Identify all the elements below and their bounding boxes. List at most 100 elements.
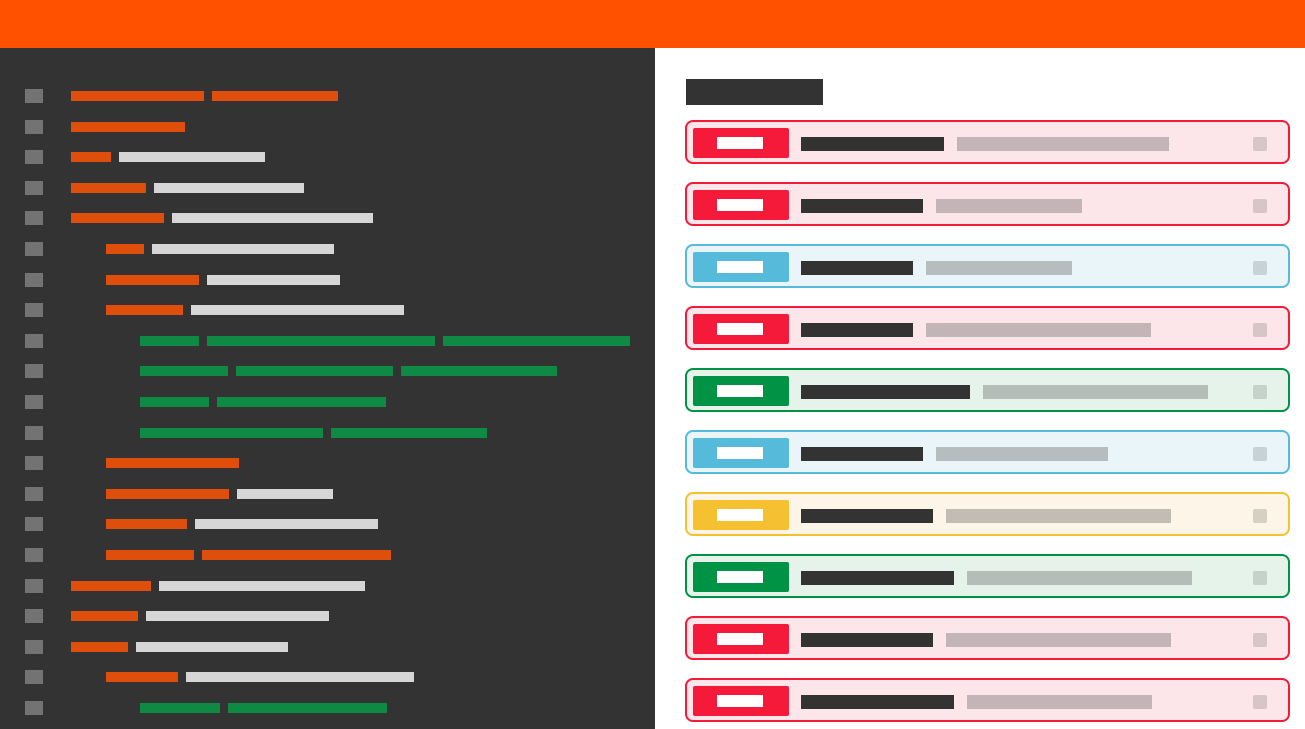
- severity-badge: [693, 500, 789, 530]
- code-line[interactable]: [0, 701, 655, 715]
- code-line[interactable]: [0, 548, 655, 562]
- gutter-marker[interactable]: [25, 578, 43, 593]
- issue-card-info[interactable]: [685, 430, 1290, 474]
- severity-badge-label: [717, 323, 763, 335]
- code-token-keyword: [105, 458, 239, 469]
- gutter-marker[interactable]: [25, 303, 43, 318]
- code-line[interactable]: [0, 303, 655, 318]
- code-line[interactable]: [0, 150, 655, 165]
- code-line[interactable]: [0, 211, 655, 226]
- issue-checkbox[interactable]: [1253, 323, 1267, 337]
- code-token-text: [159, 580, 365, 591]
- code-token-text: [172, 213, 373, 224]
- issue-checkbox[interactable]: [1253, 261, 1267, 275]
- issue-card-critical[interactable]: [685, 678, 1290, 722]
- issue-card-critical[interactable]: [685, 182, 1290, 226]
- code-token-text: [236, 488, 333, 499]
- code-token-text: [119, 152, 265, 163]
- code-line[interactable]: [0, 395, 655, 409]
- gutter-marker[interactable]: [25, 517, 43, 532]
- code-editor[interactable]: [0, 48, 655, 729]
- gutter-marker[interactable]: [25, 119, 43, 134]
- severity-badge-label: [717, 385, 763, 397]
- code-line[interactable]: [0, 364, 655, 379]
- issue-description: [946, 509, 1171, 523]
- issue-title: [801, 323, 913, 337]
- issue-description: [967, 571, 1192, 585]
- issue-checkbox[interactable]: [1253, 571, 1267, 585]
- code-line[interactable]: [0, 456, 655, 471]
- gutter-marker[interactable]: [25, 395, 43, 409]
- gutter-marker[interactable]: [25, 272, 43, 287]
- code-token-text: [154, 182, 304, 193]
- severity-badge-label: [717, 571, 763, 583]
- severity-badge: [693, 562, 789, 592]
- code-token-keyword: [71, 91, 204, 101]
- issue-title: [801, 385, 970, 399]
- issue-card-critical[interactable]: [685, 120, 1290, 164]
- code-token-keyword: [71, 182, 146, 193]
- code-token-string: [228, 703, 387, 713]
- gutter-marker[interactable]: [25, 456, 43, 471]
- severity-badge: [693, 438, 789, 468]
- code-line[interactable]: [0, 425, 655, 440]
- issue-card-info[interactable]: [685, 244, 1290, 288]
- code-line[interactable]: [0, 272, 655, 287]
- severity-badge: [693, 190, 789, 220]
- issue-card-success[interactable]: [685, 368, 1290, 412]
- severity-badge: [693, 624, 789, 654]
- gutter-marker[interactable]: [25, 242, 43, 256]
- issue-title: [801, 509, 933, 523]
- code-line[interactable]: [0, 486, 655, 501]
- code-token-keyword: [71, 121, 185, 132]
- code-token-string: [140, 427, 323, 438]
- issue-card-critical[interactable]: [685, 616, 1290, 660]
- code-line[interactable]: [0, 180, 655, 195]
- gutter-marker[interactable]: [25, 89, 43, 103]
- issue-card-critical[interactable]: [685, 306, 1290, 350]
- gutter-marker[interactable]: [25, 211, 43, 226]
- code-line[interactable]: [0, 89, 655, 103]
- gutter-marker[interactable]: [25, 333, 43, 348]
- issue-title: [801, 633, 933, 647]
- code-line[interactable]: [0, 578, 655, 593]
- code-token-string: [331, 427, 487, 438]
- issue-checkbox[interactable]: [1253, 137, 1267, 151]
- code-line[interactable]: [0, 670, 655, 685]
- issue-title: [801, 571, 954, 585]
- code-line[interactable]: [0, 242, 655, 256]
- gutter-marker[interactable]: [25, 639, 43, 654]
- gutter-marker[interactable]: [25, 701, 43, 715]
- gutter-marker[interactable]: [25, 670, 43, 685]
- issue-checkbox[interactable]: [1253, 633, 1267, 647]
- gutter-marker[interactable]: [25, 180, 43, 195]
- issue-checkbox[interactable]: [1253, 385, 1267, 399]
- issue-title: [801, 695, 954, 709]
- code-token-keyword: [71, 213, 164, 224]
- code-token-keyword: [212, 91, 338, 101]
- severity-badge-label: [717, 695, 763, 707]
- issue-card-success[interactable]: [685, 554, 1290, 598]
- gutter-marker[interactable]: [25, 150, 43, 165]
- gutter-marker[interactable]: [25, 364, 43, 379]
- gutter-marker[interactable]: [25, 486, 43, 501]
- code-line[interactable]: [0, 517, 655, 532]
- code-line[interactable]: [0, 609, 655, 624]
- code-token-text: [206, 274, 340, 285]
- code-token-string: [443, 335, 630, 346]
- gutter-marker[interactable]: [25, 548, 43, 562]
- code-token-string: [140, 366, 228, 377]
- code-line[interactable]: [0, 639, 655, 654]
- top-bar: [0, 0, 1305, 48]
- code-line[interactable]: [0, 119, 655, 134]
- gutter-marker[interactable]: [25, 425, 43, 440]
- gutter-marker[interactable]: [25, 609, 43, 624]
- issue-checkbox[interactable]: [1253, 509, 1267, 523]
- severity-badge-label: [717, 633, 763, 645]
- severity-badge-label: [717, 509, 763, 521]
- issue-checkbox[interactable]: [1253, 695, 1267, 709]
- code-line[interactable]: [0, 333, 655, 348]
- issue-card-warning[interactable]: [685, 492, 1290, 536]
- issue-checkbox[interactable]: [1253, 199, 1267, 213]
- issue-checkbox[interactable]: [1253, 447, 1267, 461]
